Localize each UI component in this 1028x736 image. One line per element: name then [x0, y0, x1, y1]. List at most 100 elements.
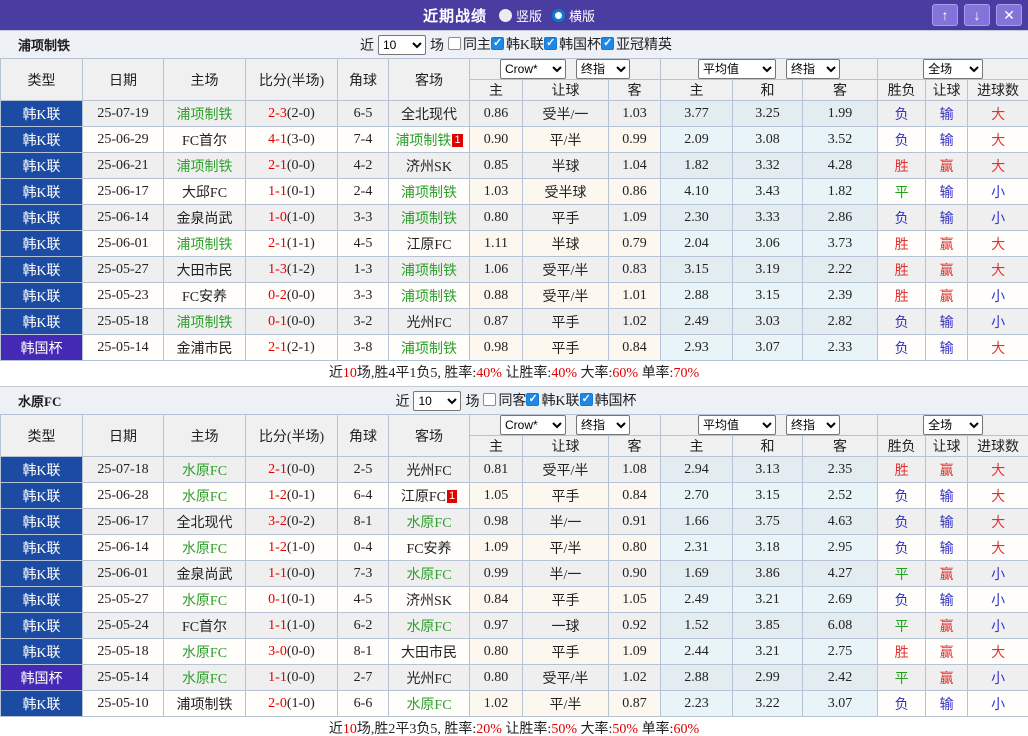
avg-draw-cell: 3.32 [732, 152, 804, 179]
rank-badge: 1 [452, 133, 463, 147]
away-team-name: 江原FC [406, 237, 452, 253]
halftime-score: (0-1) [286, 591, 315, 607]
winlose-cell: 平 [877, 612, 927, 639]
halftime-score: (0-1) [286, 487, 315, 503]
handicap-cell: 半/一 [522, 508, 609, 535]
winlose-value: 负 [894, 697, 909, 713]
handicap-result-cell: 赢 [925, 638, 969, 665]
filter-checkbox[interactable]: 韩K联 [490, 34, 544, 54]
match-type-cell: 韩K联 [0, 126, 83, 153]
col-score: 比分(半场) [245, 58, 338, 101]
summary-part: 60% [673, 722, 700, 736]
summary-part: 10 [342, 722, 357, 736]
col-away: 客场 [388, 58, 470, 101]
handicap-result-value: 输 [939, 315, 954, 331]
filter-checkbox[interactable]: 韩国杯 [544, 34, 601, 54]
away-odds-cell: 1.08 [607, 456, 662, 483]
bookmaker-select[interactable]: Crow* [500, 415, 567, 435]
bookmaker-select[interactable]: Crow* [500, 59, 567, 79]
scope-select[interactable]: 全场 [923, 59, 984, 79]
average-select[interactable]: 平均值 [698, 415, 777, 435]
sub-avg-home: 主 [660, 79, 734, 101]
filter-checkbox[interactable]: 同主 [447, 34, 491, 54]
handicap-result-cell: 输 [925, 482, 969, 509]
final-odds-select[interactable]: 终指 [576, 415, 631, 435]
final-average-select[interactable]: 终指 [786, 415, 841, 435]
move-up-button[interactable]: ↑ [932, 4, 958, 26]
goals-result-value: 大 [991, 237, 1006, 253]
winlose-cell: 负 [877, 482, 927, 509]
layout-radio-option[interactable]: 竖版 [498, 6, 542, 25]
avg-home-cell: 4.10 [660, 178, 734, 205]
average-select[interactable]: 平均值 [698, 59, 777, 79]
handicap-cell: 平手 [522, 308, 609, 335]
match-date-cell: 25-05-27 [82, 256, 164, 283]
match-date-cell: 25-06-14 [82, 204, 164, 231]
avg-draw-cell: 3.07 [732, 334, 804, 361]
summary-part: 近 [328, 366, 343, 381]
match-row: 韩K联 25-05-18 水原FC 3-0(0-0) 8-1 大田市民 0.80… [0, 638, 1028, 665]
away-team-name: 全北现代 [401, 107, 457, 123]
fulltime-score: 2-3 [268, 105, 287, 121]
layout-radio-option[interactable]: 横版 [552, 6, 595, 25]
score-cell: 0-1(0-0) [245, 308, 338, 335]
corner-cell: 3-3 [337, 282, 389, 309]
fulltime-score: 2-1 [268, 339, 287, 355]
col-type: 类型 [0, 58, 83, 101]
home-team-cell: 大田市民 [163, 256, 246, 283]
away-team-cell: 水原FC [388, 690, 470, 717]
corner-cell: 4-5 [337, 230, 389, 257]
away-team-name: 光州FC [406, 463, 452, 479]
filter-checkbox[interactable]: 韩K联 [526, 390, 580, 410]
halftime-score: (3-0) [286, 131, 315, 147]
avg-draw-cell: 3.21 [732, 638, 804, 665]
match-type-cell: 韩K联 [0, 586, 83, 613]
away-team-cell: 浦项制铁 1 [388, 126, 470, 153]
filter-checkbox[interactable]: 同客 [483, 390, 526, 410]
home-odds-cell: 0.81 [469, 456, 523, 483]
scope-select[interactable]: 全场 [923, 415, 984, 435]
avg-away-cell: 3.52 [802, 126, 879, 153]
score-cell: 4-1(3-0) [245, 126, 338, 153]
away-team-cell: FC安养 [388, 534, 470, 561]
checkbox-icon [526, 392, 540, 407]
handicap-cell: 受平/半 [522, 256, 609, 283]
handicap-result-value: 输 [939, 133, 954, 149]
home-odds-cell: 0.80 [469, 638, 523, 665]
home-odds-cell: 0.80 [469, 664, 523, 691]
match-type-cell: 韩国杯 [0, 334, 83, 361]
winlose-value: 负 [894, 133, 909, 149]
filter-checkbox[interactable]: 韩国杯 [579, 390, 637, 410]
final-average-select[interactable]: 终指 [786, 59, 841, 79]
close-button[interactable]: ✕ [996, 4, 1022, 26]
halftime-score: (1-1) [286, 235, 315, 251]
away-team-cell: 江原FC [388, 230, 470, 257]
match-type-cell: 韩K联 [0, 508, 83, 535]
goals-result-cell: 大 [967, 456, 1028, 483]
summary-part: 让胜率: [501, 722, 552, 736]
match-row: 韩K联 25-06-21 浦项制铁 2-1(0-0) 4-2 济州SK 0.85… [0, 152, 1028, 179]
winlose-value: 胜 [894, 263, 909, 279]
goals-result-value: 大 [991, 133, 1006, 149]
score-cell: 2-1(2-1) [245, 334, 338, 361]
filter-checkbox[interactable]: 亚冠精英 [601, 34, 672, 54]
halftime-score: (1-2) [286, 261, 315, 277]
home-odds-cell: 0.90 [469, 126, 523, 153]
goals-result-value: 大 [991, 263, 1006, 279]
handicap-result-cell: 赢 [925, 152, 969, 179]
handicap-cell: 平/半 [522, 534, 609, 561]
corner-cell: 3-3 [337, 204, 389, 231]
goals-result-cell: 大 [967, 152, 1028, 179]
summary-part: 大率: [577, 722, 613, 736]
home-team-cell: 浦项制铁 [163, 690, 246, 717]
near-label: 近 [395, 394, 410, 410]
recent-count-select[interactable]: 10 [413, 390, 462, 411]
winlose-value: 负 [894, 211, 909, 227]
move-down-button[interactable]: ↓ [964, 4, 990, 26]
handicap-result-value: 输 [939, 107, 954, 123]
match-row: 韩K联 25-06-01 浦项制铁 2-1(1-1) 4-5 江原FC 1.11… [0, 230, 1028, 257]
handicap-cell: 半球 [522, 230, 609, 257]
recent-count-select[interactable]: 10 [377, 34, 426, 55]
final-odds-select[interactable]: 终指 [576, 59, 631, 79]
away-odds-cell: 0.80 [607, 534, 662, 561]
